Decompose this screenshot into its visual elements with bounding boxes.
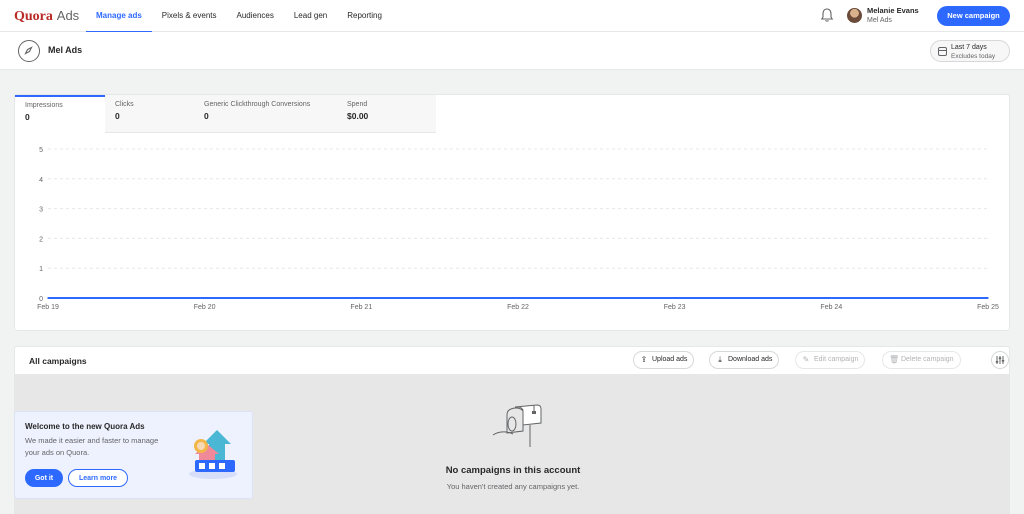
upload-ads-button[interactable]: ⇪ Upload ads — [633, 351, 695, 369]
main-nav: Manage ads Pixels & events Audiences Lea… — [86, 0, 392, 33]
edit-campaign-button[interactable]: ✎ Edit campaign — [795, 351, 866, 369]
metric-value: $0.00 — [347, 111, 369, 121]
nav-audiences[interactable]: Audiences — [227, 0, 284, 32]
campaigns-header: All campaigns ⇪ Upload ads ⤓ Download ad… — [14, 346, 1010, 374]
bell-icon[interactable] — [819, 7, 835, 23]
tab-spend[interactable]: Spend $0.00 — [337, 95, 426, 133]
delete-campaign-button[interactable]: 🗑 Delete campaign — [882, 351, 961, 369]
logo-product: Ads — [56, 8, 80, 23]
date-range-note: Excludes today — [951, 53, 996, 60]
x-tick-label: Feb 21 — [350, 304, 372, 311]
account-title: Mel Ads — [48, 45, 83, 55]
welcome-title: Welcome to the new Quora Ads — [25, 422, 145, 431]
calendar-icon — [938, 47, 947, 56]
metric-label: Clicks — [115, 101, 134, 108]
tab-filler — [426, 95, 436, 133]
y-tick-label: 0 — [39, 296, 43, 303]
campaigns-title: All campaigns — [29, 356, 87, 366]
x-tick-label: Feb 20 — [194, 304, 216, 311]
nav-pixels-events[interactable]: Pixels & events — [152, 0, 227, 32]
quora-ads-logo[interactable]: Quora Ads — [14, 7, 79, 25]
x-tick-label: Feb 25 — [977, 304, 999, 311]
upload-icon: ⇪ — [640, 355, 648, 364]
date-range-label: Last 7 days — [951, 44, 987, 51]
download-ads-label: Download ads — [728, 356, 773, 363]
download-icon: ⤓ — [718, 355, 722, 364]
welcome-description: We made it easier and faster to manage y… — [25, 436, 159, 457]
delete-campaign-label: Delete campaign — [901, 356, 954, 363]
y-tick-label: 5 — [39, 147, 43, 154]
data-point — [47, 297, 49, 299]
nav-manage-ads[interactable]: Manage ads — [86, 0, 152, 33]
sliders-icon — [995, 356, 1005, 364]
x-tick-label: Feb 19 — [37, 304, 59, 311]
user-name: Melanie Evans — [867, 6, 919, 15]
top-navigation-bar: Quora Ads Manage ads Pixels & events Aud… — [0, 0, 1024, 33]
upload-ads-label: Upload ads — [652, 356, 688, 363]
metric-label: Impressions — [25, 102, 63, 109]
avatar[interactable] — [847, 8, 862, 23]
tab-impressions[interactable]: Impressions 0 — [15, 95, 105, 133]
logo-brand: Quora — [14, 9, 53, 24]
nav-lead-gen[interactable]: Lead gen — [284, 0, 337, 32]
new-campaign-button[interactable]: New campaign — [937, 6, 1010, 26]
mailbox-icon — [492, 404, 542, 447]
impressions-chart: 0 1 2 3 4 5 Feb 19 Feb 20 Feb 21 Feb 22 Feb 23 Feb … — [37, 147, 999, 311]
x-tick-label: Feb 23 — [664, 304, 686, 311]
trash-icon: 🗑 — [889, 355, 900, 364]
user-menu[interactable]: Melanie Evans Mel Ads — [867, 6, 919, 24]
download-ads-button[interactable]: ⤓ Download ads — [709, 351, 780, 369]
pencil-icon: ✎ — [802, 355, 810, 364]
metric-value: 0 — [115, 111, 120, 121]
metric-tabs: Impressions 0 Clicks 0 Generic Clickthro… — [15, 95, 426, 133]
metric-value: 0 — [25, 112, 30, 122]
compass-icon — [18, 40, 40, 62]
data-point — [673, 297, 676, 299]
metric-label: Generic Clickthrough Conversions — [204, 101, 311, 108]
nav-reporting[interactable]: Reporting — [337, 0, 392, 32]
y-tick-label: 4 — [39, 177, 43, 184]
user-account: Mel Ads — [867, 17, 892, 24]
y-tick-label: 2 — [39, 236, 43, 243]
tab-conversions[interactable]: Generic Clickthrough Conversions 0 — [194, 95, 337, 133]
y-tick-label: 3 — [39, 207, 43, 214]
welcome-popup: Welcome to the new Quora Ads We made it … — [14, 411, 253, 499]
column-settings-button[interactable] — [991, 351, 1009, 369]
edit-campaign-label: Edit campaign — [814, 356, 859, 363]
date-range-picker[interactable]: Last 7 days Excludes today — [930, 40, 1010, 62]
tab-clicks[interactable]: Clicks 0 — [105, 95, 194, 133]
data-point — [987, 297, 989, 299]
x-tick-label: Feb 24 — [820, 304, 842, 311]
data-point — [830, 297, 833, 299]
data-point — [360, 297, 363, 299]
metric-label: Spend — [347, 101, 368, 108]
welcome-illustration — [189, 430, 237, 479]
data-point — [203, 297, 206, 299]
got-it-button[interactable]: Got it — [25, 469, 63, 487]
metrics-card: Impressions 0 Clicks 0 Generic Clickthro… — [14, 94, 1010, 331]
x-tick-label: Feb 22 — [507, 304, 529, 311]
y-tick-label: 1 — [39, 266, 43, 273]
metric-value: 0 — [204, 111, 209, 121]
account-bar: Mel Ads Last 7 days Excludes today — [0, 32, 1024, 70]
learn-more-button[interactable]: Learn more — [68, 469, 128, 487]
data-point — [517, 297, 519, 299]
